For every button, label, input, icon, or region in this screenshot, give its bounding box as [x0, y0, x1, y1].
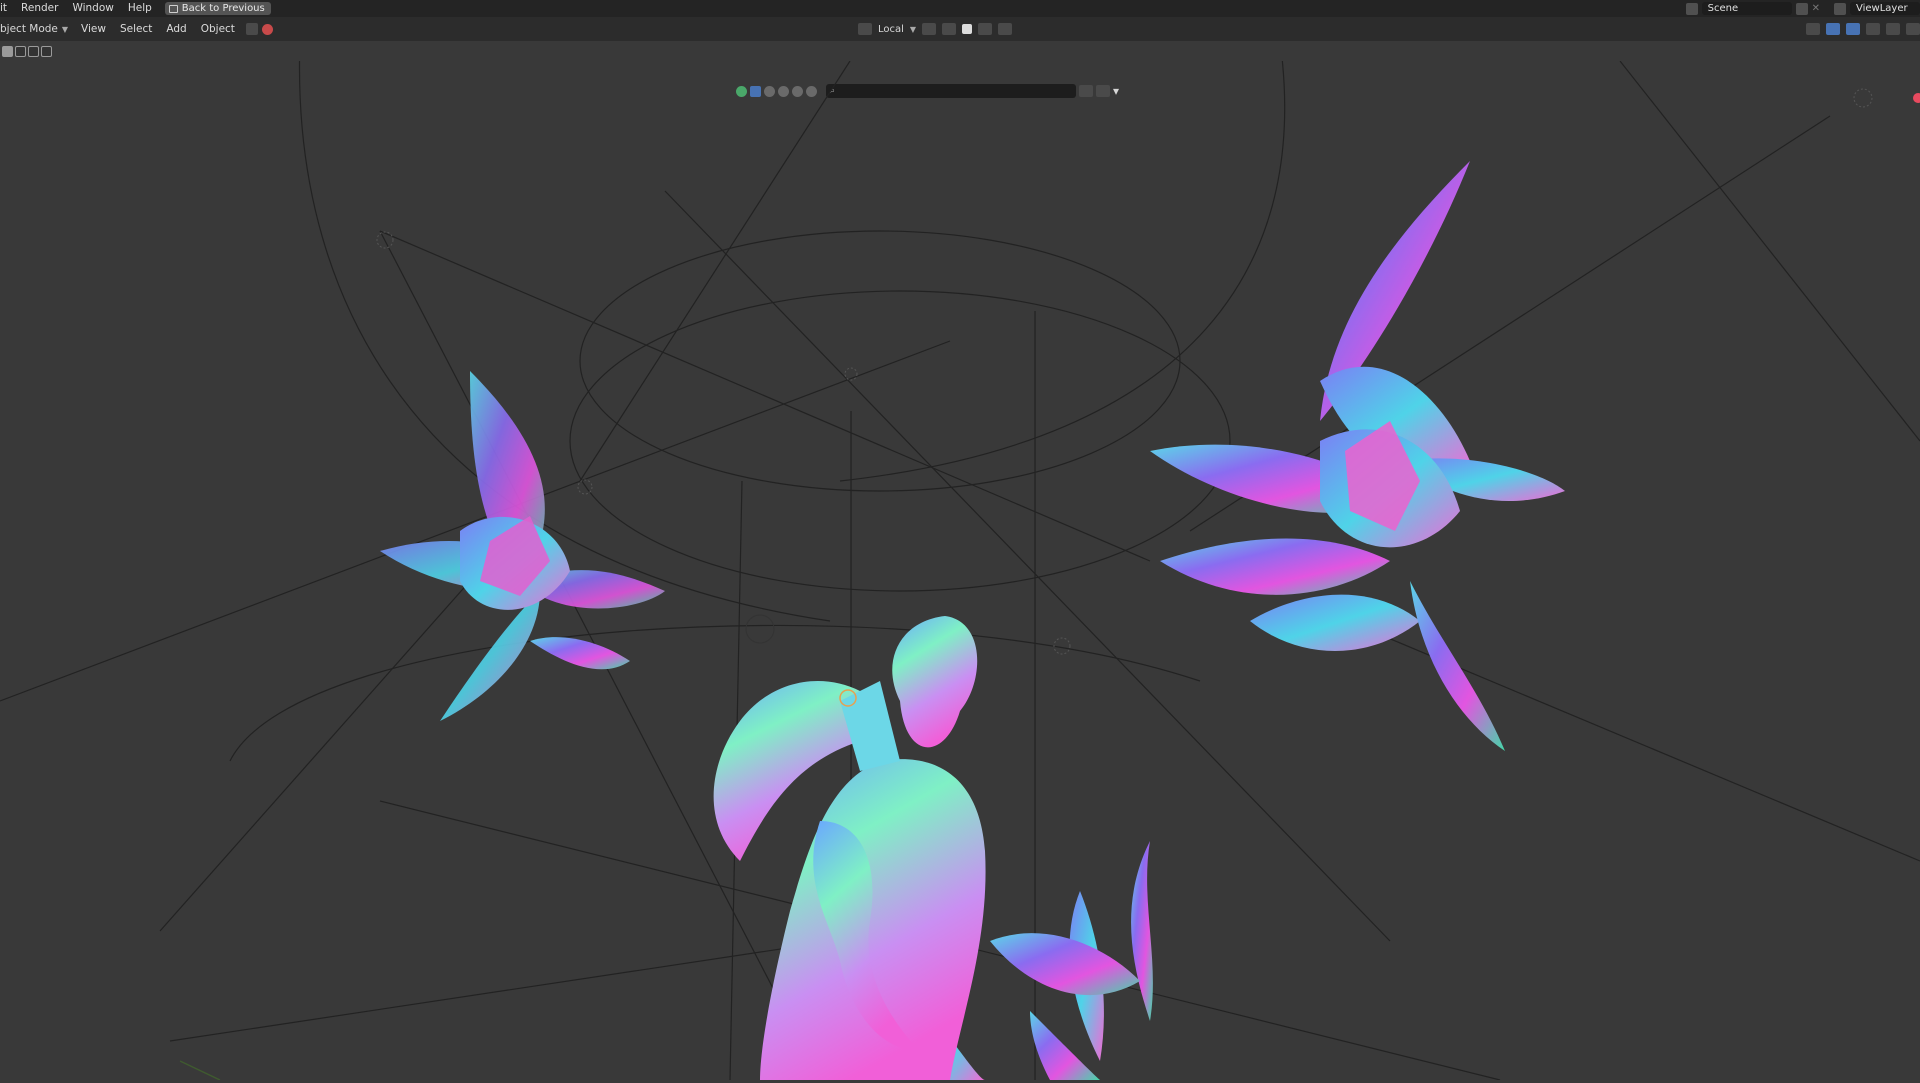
menu-select[interactable]: Select [113, 19, 159, 39]
view-layer-field[interactable]: ViewLayer [1850, 2, 1920, 15]
overlay-color-icon[interactable] [261, 23, 273, 35]
transform-controls: Local ▼ [858, 19, 1013, 39]
view-layer-icon[interactable] [1834, 2, 1846, 15]
back-to-previous-button[interactable]: Back to Previous [164, 2, 271, 15]
new-scene-icon[interactable] [1795, 2, 1808, 15]
empty-markers [376, 88, 1873, 655]
menu-edit[interactable]: it [0, 0, 14, 17]
wireframe-shading-icon[interactable] [1886, 23, 1900, 35]
menu-object[interactable]: Object [194, 19, 242, 39]
active-object-marker [1913, 93, 1920, 103]
screen-icon [168, 4, 178, 13]
scene-icon[interactable] [1685, 2, 1698, 15]
3d-viewport[interactable] [0, 40, 1920, 1081]
select-extend-icon[interactable] [15, 45, 26, 57]
select-intersect-icon[interactable] [41, 45, 52, 57]
xray-icon[interactable] [1866, 23, 1880, 35]
overlays-icon[interactable] [1846, 23, 1860, 35]
grid-axis-line [179, 1060, 221, 1081]
close-scene-icon[interactable]: ✕ [1812, 3, 1820, 14]
solid-shading-icon[interactable] [1906, 23, 1920, 35]
transform-orientation-icon[interactable] [858, 23, 872, 35]
viewport-right-controls [1806, 19, 1920, 39]
chevron-down-icon: ▼ [909, 24, 917, 34]
select-mode-icons [2, 45, 52, 57]
mode-dropdown[interactable]: bject Mode ▼ [0, 23, 74, 35]
menu-view[interactable]: View [74, 19, 113, 39]
snap-target-icon[interactable] [962, 24, 973, 34]
character-figure [713, 616, 986, 1080]
viewport-scene [0, 40, 1920, 1081]
menu-add[interactable]: Add [159, 19, 193, 39]
menu-window[interactable]: Window [65, 0, 120, 17]
select-new-icon[interactable] [2, 45, 13, 57]
falloff-icon[interactable] [998, 23, 1013, 35]
viewport-subheader: ⌕ ▾ [0, 41, 1920, 98]
orientation-label[interactable]: Local [878, 24, 904, 35]
gizmo-icon[interactable] [1826, 23, 1840, 35]
feather-cluster-right [1150, 161, 1565, 751]
viewport-header: bject Mode ▼ View Select Add Object Loca… [0, 17, 1920, 41]
menu-help[interactable]: Help [121, 0, 159, 17]
select-subtract-icon[interactable] [28, 45, 39, 57]
top-right-controls: Scene ✕ ViewLayer [1685, 0, 1920, 17]
top-menu-bar: it Render Window Help Back to Previous S… [0, 0, 1920, 17]
proportional-edit-icon[interactable] [978, 23, 993, 35]
snap-icon[interactable] [245, 23, 258, 35]
chevron-down-icon: ▼ [61, 24, 69, 34]
pivot-icon[interactable] [922, 23, 937, 35]
back-to-previous-label: Back to Previous [181, 3, 265, 14]
visibility-icon[interactable] [1806, 23, 1820, 35]
snap-toggle-icon[interactable] [942, 23, 957, 35]
scene-field[interactable]: Scene [1701, 2, 1792, 15]
menu-render[interactable]: Render [14, 0, 65, 17]
mode-label: bject Mode [0, 23, 58, 35]
